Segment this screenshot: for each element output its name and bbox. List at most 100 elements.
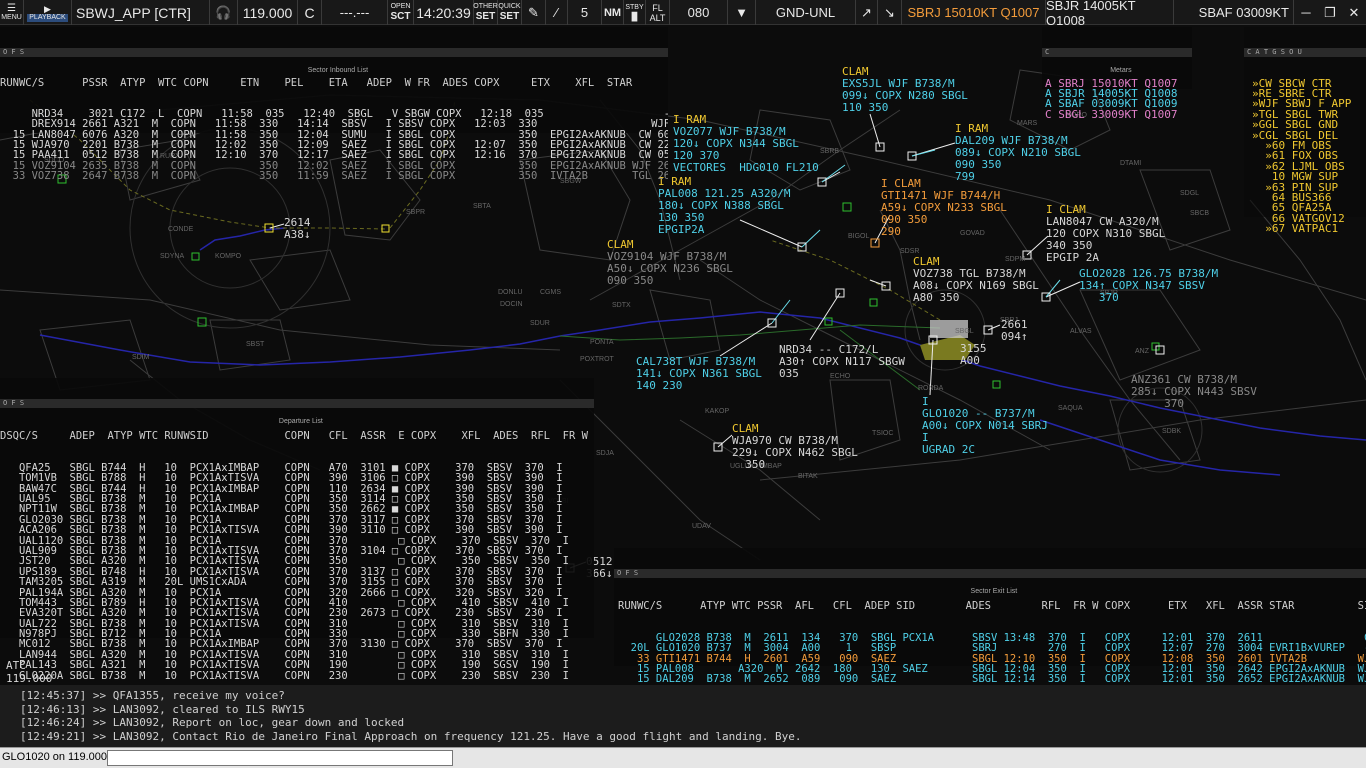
exit-row[interactable]: 20L GLO1020 B737 M 3004 A00 1 SBSP SBRJ … [618, 643, 1366, 653]
exit-options[interactable]: O F S [617, 569, 638, 578]
frequency-row[interactable]: »RE SBRE_CTR [1252, 88, 1366, 98]
exit-row[interactable]: 15 PAL008 A320 M 2642 180 130 SAEZ SBGL … [618, 664, 1366, 674]
frequency-list[interactable]: C A T G S O U »CW SBCW_CTR »RE SBRE_CTR »W… [1244, 27, 1366, 233]
frequency-row[interactable]: 64 BUS366 [1252, 192, 1366, 202]
departure-row[interactable]: GLO2030 SBGL B738 M 10 PCX1A COPN 370 31… [0, 515, 594, 525]
exit-row[interactable]: GLO2028 B738 M 2611 134 370 SBGL PCX1A S… [618, 633, 1366, 643]
departure-row[interactable]: JST20 SBGL A320 M 10 PCX1AxTISVA COPN 35… [0, 556, 594, 566]
datablock-exs5jl[interactable]: CLAM EXS5JL WJF B738/M 099↓ COPX N280 SBGL… [842, 66, 968, 114]
sector-exit-list[interactable]: O F S Sector Exit List RUNWC/S ATYP WTC … [614, 548, 1366, 716]
departure-row[interactable]: UAL909 SBGL B738 M 10 PCX1AxTISVA COPN 3… [0, 546, 594, 556]
datablock-anz361[interactable]: ANZ361 CW B738/M 285↓ COPX N443 SBSV 370 [1131, 374, 1257, 410]
menu-button[interactable]: ☰ MENU [0, 0, 24, 25]
frequency-row[interactable]: »CW SBCW_CTR [1252, 78, 1366, 88]
sector-inbound-list[interactable]: O F S Sector Inbound List RUNWC/S PSSR A… [0, 27, 668, 182]
metars-panel[interactable]: C Metars A SBRJ 15010KT Q1007 A SBJR 1400… [1042, 27, 1192, 119]
filter-icon[interactable]: ▼ [728, 0, 756, 25]
inbound-row[interactable]: 15 PAA411 0512 B738 M COPN 12:10 370 12:… [0, 150, 668, 160]
datablock-glo2028[interactable]: GLO2028 126.75 B738/M 134↑ COPX N347 SBSV… [1079, 268, 1218, 304]
open-sct-button[interactable]: OPEN SCT [388, 0, 414, 25]
datablock-glo1020[interactable]: I GLO1020 -- B737/M A00↓ COPX N014 SBRJ I UG… [922, 396, 1048, 456]
datablock-dal209[interactable]: I RAM DAL209 WJF B738/M 089↓ COPX N210 SBG… [955, 123, 1081, 183]
datablock-small3155[interactable]: 3155 A00 [960, 343, 987, 367]
quick-set-button[interactable]: QUICK SET [498, 0, 522, 25]
departure-row[interactable]: LAN944 SBGL A320 M 10 PCX1AxTISVA COPN 3… [0, 650, 594, 660]
metars-options[interactable]: C [1045, 48, 1049, 57]
departure-row[interactable]: UAL722 SBGL B738 M 10 PCX1AxTISVA COPN 3… [0, 619, 594, 629]
departure-options[interactable]: O F S [3, 399, 24, 408]
departure-row[interactable]: PAL194A SBGL A320 M 10 PCX1A COPN 320 26… [0, 588, 594, 598]
inbound-row[interactable]: NRD34 3021 C172 L COPN 11:58 035 12:40 S… [0, 109, 668, 119]
metar-row[interactable]: A SBJR 14005KT Q1008 [1045, 88, 1192, 98]
datablock-pal008[interactable]: I RAM PAL008 121.25 A320/M 180↓ COPX N388 … [658, 176, 790, 236]
frequency-row[interactable]: »61 FOX_OBS [1252, 150, 1366, 160]
frequency-row[interactable]: »63 PIN_SUP [1252, 182, 1366, 192]
airspace-range[interactable]: GND-UNL [756, 0, 856, 25]
frequency-row[interactable]: »TGL SBGL_TWR [1252, 109, 1366, 119]
datablock-small2661[interactable]: 2661 094↑ [1001, 319, 1028, 343]
departure-row[interactable]: GLO220A SBGL B738 M 10 PCX1AxTISVA COPN … [0, 671, 594, 681]
exit-row[interactable]: 15 DAL209 B738 M 2652 089 090 SAEZ SBGL … [618, 674, 1366, 684]
metars-title-bar[interactable]: C Metars [1042, 47, 1192, 74]
freq-title-bar[interactable]: C A T G S O U [1244, 47, 1366, 57]
inbound-options[interactable]: O F S [3, 48, 24, 57]
datablock-wja970[interactable]: CLAM WJA970 CW B738/M 229↓ COPX N462 SBGL … [732, 423, 858, 471]
datablock-voz077[interactable]: I RAM VOZ077 WJF B738/M 120↓ COPX N344 SBG… [673, 114, 819, 174]
inbound-row[interactable]: 33 VOZ738 2647 B738 M COPN 350 11:59 SAE… [0, 171, 668, 181]
datablock-cal738t[interactable]: CAL738T WJF B738/M 141↓ COPX N361 SBGL 140… [636, 356, 762, 392]
frequency-row[interactable]: »GGL SBGL_GND [1252, 119, 1366, 129]
departure-row[interactable]: TOM443 SBGL B789 H 10 PCX1AxTISVA COPN 4… [0, 598, 594, 608]
datablock-small2614[interactable]: 2614 A38↓ [284, 217, 311, 241]
frequency-row[interactable]: 66 VATGOV12 [1252, 213, 1366, 223]
departure-row[interactable]: NPT11W SBGL B738 M 10 PCX1AxIMBAP COPN 3… [0, 504, 594, 514]
metar-row[interactable]: C SBGL 33009KT Q1007 [1045, 109, 1192, 119]
primary-frequency[interactable]: 119.000 [238, 0, 298, 25]
departure-row[interactable]: BAW47C SBGL B744 H 10 PCX1AxIMBAP COPN 1… [0, 484, 594, 494]
frequency-row[interactable]: »62 LJML_OBS [1252, 161, 1366, 171]
departure-row[interactable]: N978PJ SBGL B712 M 10 PCX1A COPN 330 □ C… [0, 629, 594, 639]
departure-row[interactable]: MC012 SBGL B738 M 10 PCX1AxIMBAP COPN 37… [0, 639, 594, 649]
freq-options[interactable]: C A T G S O U [1247, 48, 1302, 57]
datablock-gti1471[interactable]: I CLAM GTI1471 WJF B744/H A59↓ COPX N233 S… [881, 178, 1007, 238]
ruler-icon[interactable]: ∕ [546, 0, 568, 25]
close-icon[interactable]: ✕ [1342, 0, 1366, 25]
exit-row[interactable]: 33 GTI1471 B744 H 2601 A59 090 SAEZ SBGL… [618, 654, 1366, 664]
datablock-voz738[interactable]: CLAM VOZ738 TGL B738/M A08↓ COPX N169 SBGL… [913, 256, 1039, 304]
frequency-row[interactable]: »WJF SBWJ_F_APP [1252, 98, 1366, 108]
departure-row[interactable]: TOM1VB SBGL B788 H 10 PCX1AxTISVA COPN 3… [0, 473, 594, 483]
frequency-row[interactable]: »67 VATPAC1 [1252, 223, 1366, 233]
datablock-nrd34[interactable]: NRD34 -- C172/L A30↑ COPX N117 SBGW 035 [779, 344, 905, 380]
departure-row[interactable]: PAL143 SBGL A321 M 10 PCX1AxTISVA COPN 1… [0, 660, 594, 670]
departure-row[interactable]: UAL95 SBGL B738 M 10 PCX1A COPN 350 3114… [0, 494, 594, 504]
inbound-title-bar[interactable]: O F S Sector Inbound List [0, 47, 668, 74]
transition-level[interactable]: 080 [670, 0, 728, 25]
fl-alt-button[interactable]: FL ALT [646, 0, 670, 25]
frequency-row[interactable]: 65 QFA25A [1252, 202, 1366, 212]
range-value[interactable]: 5 [568, 0, 602, 25]
freq-type[interactable]: C [298, 0, 322, 25]
frequency-row[interactable]: »60 FM_OBS [1252, 140, 1366, 150]
departure-row[interactable]: TAM3205 SBGL A319 M 20L UMS1CxADA COPN 3… [0, 577, 594, 587]
exit-title-bar[interactable]: O F S Sector Exit List [614, 568, 1366, 595]
headset-icon[interactable]: 🎧 [210, 0, 238, 25]
datablock-lan8047[interactable]: I CLAM LAN8047 CW A320/M 120 COPX N310 SBG… [1046, 204, 1165, 264]
inbound-row[interactable]: 15 WJA970 2201 B738 M COPN 12:02 350 12:… [0, 140, 668, 150]
departure-list[interactable]: O F S Departure List DSQC/S ADEP ATYP WT… [0, 378, 594, 681]
inbound-row[interactable]: 15 VOZ9104 2635 B738 M COPN 350 12:02 SA… [0, 161, 668, 171]
departure-row[interactable]: UAL1120 SBGL B738 M 10 PCX1A COPN 370 □ … [0, 536, 594, 546]
minimize-icon[interactable]: ─ [1294, 0, 1318, 25]
metar-row[interactable]: A SBAF 03009KT Q1009 [1045, 98, 1192, 108]
maximize-icon[interactable]: ❐ [1318, 0, 1342, 25]
pencil-icon[interactable]: ✎ [522, 0, 546, 25]
departure-row[interactable]: QFA25 SBGL B744 H 10 PCX1AxIMBAP COPN A7… [0, 463, 594, 473]
inbound-row[interactable]: DREX914 2661 A321 M COPN 11:58 330 14:14… [0, 119, 668, 129]
departure-row[interactable]: ACA206 SBGL B738 M 10 PCX1AxTISVA COPN 3… [0, 525, 594, 535]
departure-row[interactable]: UPS189 SBGL B748 H 10 PCX1AxTISVA COPN 3… [0, 567, 594, 577]
command-input[interactable] [107, 750, 453, 766]
inbound-row[interactable]: 15 LAN8047 6076 A320 M COPN 11:58 350 12… [0, 130, 668, 140]
other-set-button[interactable]: OTHER SET [473, 0, 498, 25]
playback-button[interactable]: ▶ PLAYBACK [24, 0, 72, 25]
stby-button[interactable]: STBY █ [624, 0, 646, 25]
departure-row[interactable]: EVA320T SBGL A320 M 10 PCX1AxTISVA COPN … [0, 608, 594, 618]
frequency-row[interactable]: 10 MGW_SUP [1252, 171, 1366, 181]
